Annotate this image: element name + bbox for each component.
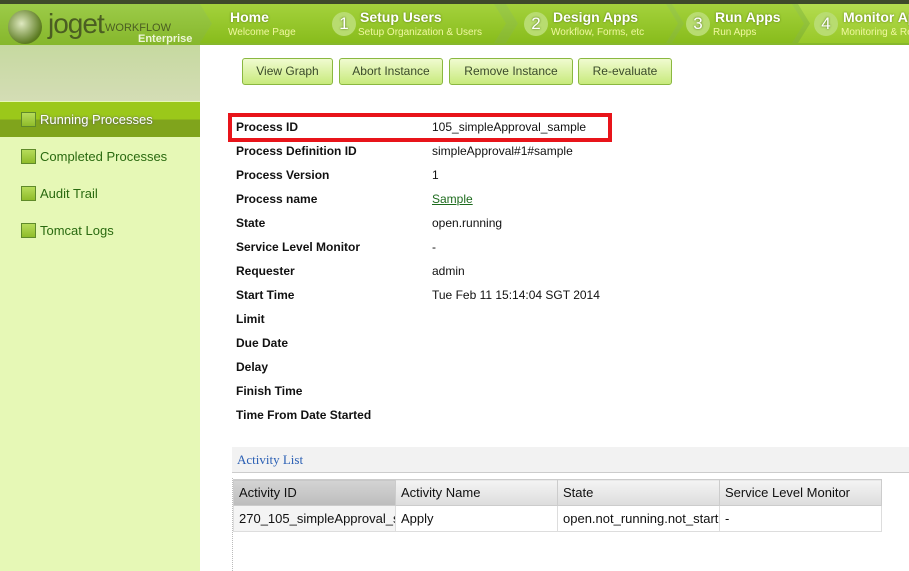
activity-list-title: Activity List [237, 452, 304, 467]
sidebar-item-completed-processes[interactable]: Completed Processes [0, 139, 200, 174]
cell-slm[interactable]: - [719, 505, 882, 532]
cell-activity-name[interactable]: Apply [395, 505, 558, 532]
step-sub: Welcome Page [228, 27, 296, 38]
detail-label: Process name [236, 192, 318, 206]
joget-logo-icon[interactable] [8, 10, 42, 44]
step-title: Design Apps [553, 9, 639, 25]
detail-value: open.running [432, 216, 503, 230]
detail-value: 1 [432, 168, 439, 182]
view-graph-button[interactable]: View Graph [242, 58, 333, 85]
activity-list-header [232, 447, 909, 473]
process-name-link[interactable]: Sample [432, 192, 473, 206]
step-title: Monitor Apps [843, 9, 908, 25]
detail-label: Process Definition ID [236, 144, 357, 158]
step-title: Home [230, 9, 269, 25]
re-evaluate-button[interactable]: Re-evaluate [578, 58, 672, 85]
detail-label: Finish Time [236, 384, 303, 398]
detail-value: - [432, 240, 436, 254]
sidebar-item-tomcat-logs[interactable]: Tomcat Logs [0, 213, 200, 248]
step-number: 1 [332, 12, 356, 36]
step-monitor-apps[interactable]: 4 Monitor Apps Monitoring & Reports [798, 4, 909, 43]
step-run-apps[interactable]: 3 Run Apps Run Apps [672, 4, 804, 43]
step-number: 3 [686, 12, 710, 36]
column-state[interactable]: State [557, 479, 720, 506]
remove-instance-button[interactable]: Remove Instance [449, 58, 573, 85]
sidebar-item-label: Audit Trail [40, 186, 98, 201]
square-icon [21, 223, 36, 238]
step-title: Setup Users [360, 9, 442, 25]
logo-edition: Enterprise [138, 33, 193, 45]
sidebar: Running Processes Completed Processes Au… [0, 45, 200, 571]
highlight-box [228, 113, 612, 142]
column-activity-name[interactable]: Activity Name [395, 479, 558, 506]
column-service-level-monitor[interactable]: Service Level Monitor [719, 479, 882, 506]
step-sub: Monitoring & Reports [841, 27, 908, 38]
abort-instance-button[interactable]: Abort Instance [339, 58, 443, 85]
detail-value: Tue Feb 11 15:14:04 SGT 2014 [432, 288, 600, 302]
cell-activity-id[interactable]: 270_105_simpleApproval_s [233, 505, 396, 532]
logo-text: joget [48, 8, 105, 39]
detail-label: Start Time [236, 288, 295, 302]
square-icon [21, 112, 36, 127]
step-home[interactable]: Home Welcome Page [200, 4, 328, 43]
step-number: 4 [814, 12, 838, 36]
step-setup-users[interactable]: 1 Setup Users Setup Organization & Users [316, 4, 506, 43]
detail-label: Service Level Monitor [236, 240, 361, 254]
detail-label: Process Version [236, 168, 330, 182]
detail-value: admin [432, 264, 465, 278]
detail-label: Time From Date Started [236, 408, 372, 422]
step-title: Run Apps [715, 9, 781, 25]
step-sub: Workflow, Forms, etc [551, 27, 645, 38]
square-icon [21, 149, 36, 164]
sidebar-top [0, 45, 200, 101]
detail-label: Due Date [236, 336, 289, 350]
detail-value: Sample [432, 192, 473, 206]
cell-state[interactable]: open.not_running.not_start [557, 505, 720, 532]
table-row[interactable]: 270_105_simpleApproval_s Apply open.not_… [233, 505, 882, 532]
column-activity-id[interactable]: Activity ID [233, 479, 396, 506]
square-icon [21, 186, 36, 201]
step-number: 2 [524, 12, 548, 36]
step-design-apps[interactable]: 2 Design Apps Workflow, Forms, etc [506, 4, 678, 43]
sidebar-item-label: Tomcat Logs [40, 223, 114, 238]
sidebar-item-running-processes[interactable]: Running Processes [0, 102, 200, 137]
step-sub: Run Apps [713, 27, 757, 38]
step-sub: Setup Organization & Users [358, 27, 482, 38]
detail-label: State [236, 216, 266, 230]
sidebar-item-label: Running Processes [40, 112, 153, 127]
sidebar-item-label: Completed Processes [40, 149, 168, 164]
detail-label: Delay [236, 360, 269, 374]
activity-table: Activity ID Activity Name State Service … [233, 479, 882, 532]
sidebar-item-audit-trail[interactable]: Audit Trail [0, 176, 200, 211]
detail-label: Requester [236, 264, 295, 278]
detail-value: simpleApproval#1#sample [432, 144, 573, 158]
detail-label: Limit [236, 312, 265, 326]
